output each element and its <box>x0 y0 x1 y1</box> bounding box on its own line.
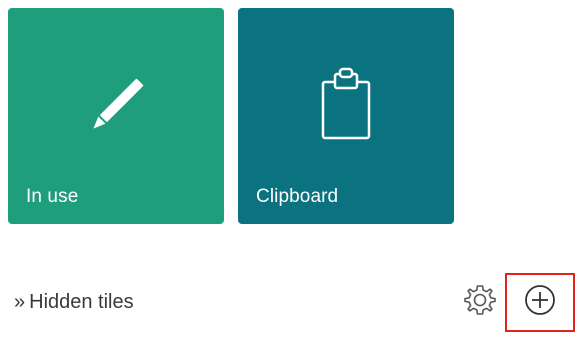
pencil-icon <box>76 66 156 146</box>
tile-panel: In use Clipboard » Hidden tiles <box>0 0 582 337</box>
plus-circle-icon <box>523 283 557 322</box>
tile-clipboard[interactable]: Clipboard <box>238 8 454 224</box>
tile-in-use[interactable]: In use <box>8 8 224 224</box>
tile-label: In use <box>26 186 79 207</box>
double-chevron-right-icon: » <box>14 290 25 313</box>
hidden-tiles-label: Hidden tiles <box>29 290 134 313</box>
hidden-tiles-toggle[interactable]: » Hidden tiles <box>14 287 134 317</box>
settings-button[interactable] <box>461 283 499 321</box>
tile-label: Clipboard <box>256 186 339 207</box>
add-tile-button[interactable] <box>505 273 575 332</box>
gear-icon <box>463 283 497 322</box>
clipboard-icon <box>306 66 386 146</box>
